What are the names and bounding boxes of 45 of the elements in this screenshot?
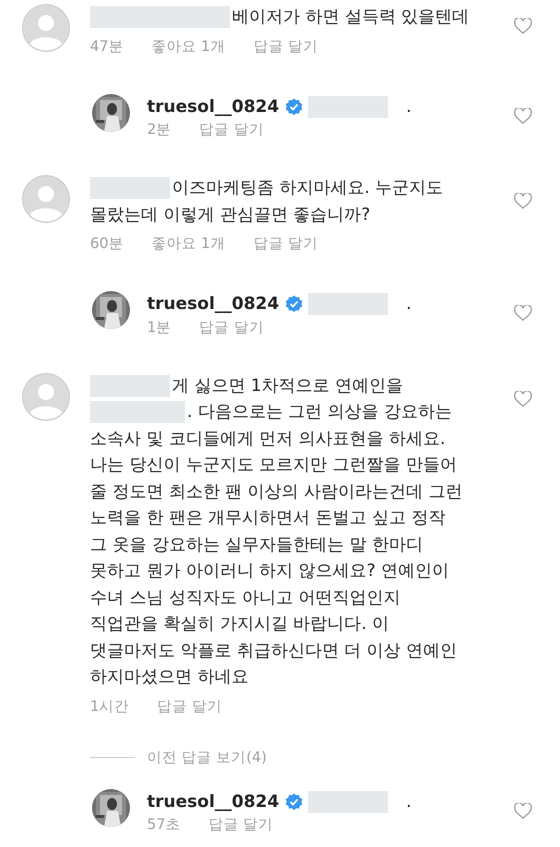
reply-time: 2분 bbox=[147, 121, 172, 139]
comment-text: 수녀 스님 성직자도 아니고 어떤직업인지 bbox=[90, 586, 401, 610]
username[interactable]: truesol__0824 bbox=[147, 788, 280, 815]
comment-text: 나는 당신이 누군지도 모르지만 그런짤을 만들어 bbox=[90, 454, 458, 477]
comment-text: 못하고 뭔가 아이러니 하지 않으세요? 연예인이 bbox=[90, 560, 450, 583]
heart-icon[interactable] bbox=[514, 193, 532, 209]
comment-text: . 다음으로는 그런 의상을 강요하는 bbox=[187, 401, 452, 424]
comment-text: 몰랐는데 이렇게 관심끌면 좋습니까? bbox=[90, 204, 370, 226]
default-avatar[interactable] bbox=[22, 372, 70, 420]
heart-icon[interactable] bbox=[514, 18, 532, 34]
reply-link[interactable]: 답글 달기 bbox=[199, 120, 264, 139]
comment-time: 1시간 bbox=[90, 698, 130, 716]
reply-text: . bbox=[406, 790, 412, 814]
like-count: 좋아요 1개 bbox=[151, 235, 226, 253]
comment-text: 이즈마케팅좀 하지마세요. 누군지도 bbox=[172, 177, 444, 200]
heart-icon[interactable] bbox=[514, 108, 532, 124]
view-previous-replies-link[interactable]: 이전 답글 보기(4) bbox=[147, 748, 267, 766]
default-avatar[interactable] bbox=[22, 175, 70, 223]
reply-text: . bbox=[406, 96, 412, 118]
username[interactable]: truesol__0824 bbox=[147, 291, 280, 318]
comment-text: 줄 정도면 최소한 팬 이상의 사람이라는건데 그런 bbox=[90, 480, 462, 504]
heart-icon[interactable] bbox=[514, 390, 532, 406]
reply-link[interactable]: 답글 달기 bbox=[253, 234, 318, 253]
reply-time: 57초 bbox=[147, 816, 180, 834]
comment-text: 하지마셨으면 하네요 bbox=[90, 666, 248, 689]
reply-link[interactable]: 답글 달기 bbox=[199, 318, 264, 336]
heart-icon[interactable] bbox=[514, 305, 532, 321]
reply-link[interactable]: 답글 달기 bbox=[253, 36, 318, 56]
comment-text: 그 옷을 강요하는 실무자들한테는 말 한마디 bbox=[90, 534, 424, 556]
comment-text: 게 싫으면 1차적으로 연예인을 bbox=[172, 374, 404, 398]
heart-icon[interactable] bbox=[514, 802, 532, 818]
default-avatar[interactable] bbox=[22, 4, 70, 52]
reply-time: 1분 bbox=[147, 318, 172, 336]
comment-text: 베이저가 하면 설득력 있을텐데 bbox=[232, 6, 470, 29]
reply-text: . bbox=[406, 293, 412, 316]
comment-time: 60분 bbox=[90, 235, 124, 253]
like-count: 좋아요 1개 bbox=[151, 38, 226, 56]
username[interactable]: truesol__0824 bbox=[147, 94, 280, 120]
comment-time: 47분 bbox=[90, 38, 124, 56]
comment-text: 소속사 및 코디들에게 먼저 의사표현을 하세요. bbox=[90, 428, 446, 450]
comment-text: 댓글마저도 악플로 취급하신다면 더 이상 연예인 bbox=[90, 640, 458, 662]
comment-text: 노력을 한 팬은 개무시하면서 돈벌고 싶고 정작 bbox=[90, 507, 446, 530]
reply-link[interactable]: 답글 달기 bbox=[157, 696, 222, 716]
comment-text: 직업관을 확실히 가지시길 바랍니다. 이 bbox=[90, 613, 390, 636]
reply-link[interactable]: 답글 달기 bbox=[208, 815, 274, 834]
